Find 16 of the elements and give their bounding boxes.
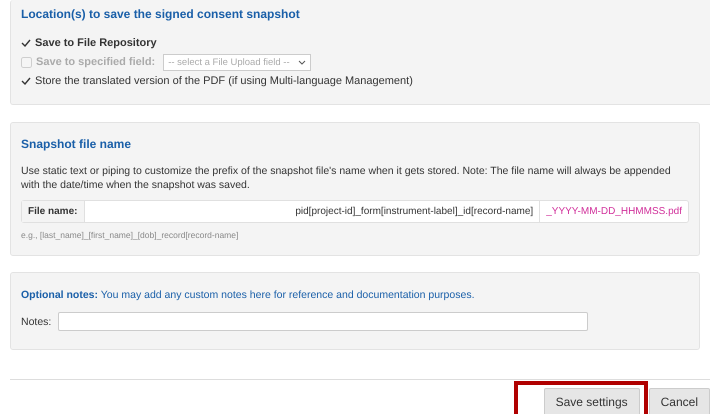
option-label: Save to specified field: — [36, 56, 156, 68]
description-text: Use static text or piping to customize the prefix of the snapshot file's name when it gets stored. Note: The file name will always be appended with the date/time when the snapshot was saved. — [21, 164, 672, 192]
panel-title: Location(s) to save the signed consent snapshot — [21, 7, 301, 21]
panel-title: Snapshot file name — [21, 137, 132, 151]
chevron-down-icon — [298, 60, 306, 64]
input-field[interactable]: pid[project-id]_form[instrument-label]_id[record-name] — [85, 201, 540, 222]
notes-intro: Optional notes: You may add any custom notes here for reference and documentation purposes. — [21, 289, 476, 301]
option-label: Save to File Repository — [35, 37, 157, 49]
filename-suffix: _YYYY-MM-DD_HHMMSS.pdf — [539, 201, 688, 222]
field-label: File name: — [22, 201, 85, 222]
input-field[interactable] — [58, 312, 588, 331]
field-label: Notes: — [21, 316, 52, 328]
action-button[interactable]: Cancel — [648, 388, 710, 414]
action-button[interactable]: Save settings — [544, 388, 640, 414]
example-text: e.g., [last_name]_[first_name]_[dob]_record[record-name] — [21, 230, 240, 240]
option-label: Store the translated version of the PDF (if using Multi-language Management) — [35, 75, 413, 87]
